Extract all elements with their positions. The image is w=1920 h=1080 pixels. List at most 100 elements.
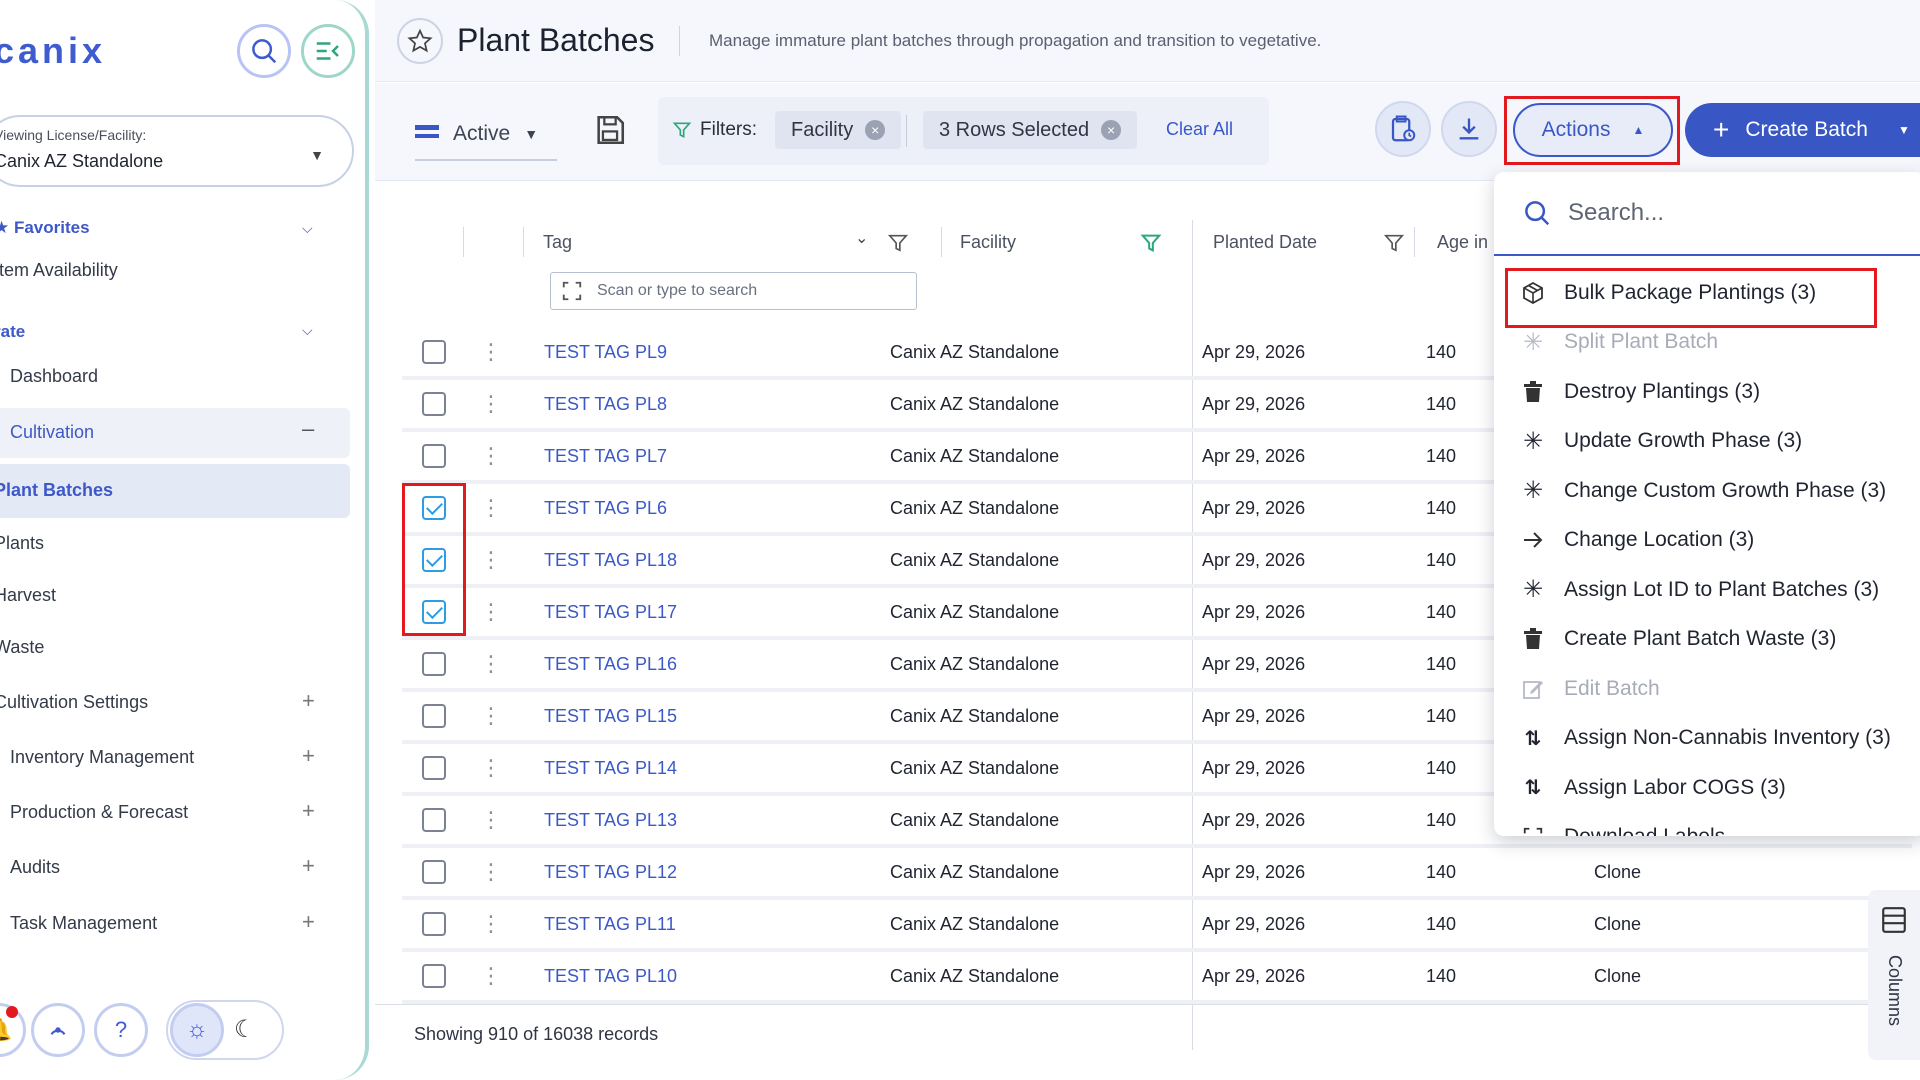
table-row[interactable]: ⋮ TEST TAG PL11 Canix AZ Standalone Apr … — [402, 900, 1912, 952]
sidebar-item-task-management[interactable]: Task Management — [10, 913, 157, 934]
sidebar-item-dashboard[interactable]: Dashboard — [10, 366, 98, 387]
column-filter-icon[interactable] — [887, 232, 909, 259]
more-vert-icon[interactable]: ⋮ — [480, 653, 502, 675]
tag-link[interactable]: TEST TAG PL9 — [544, 342, 667, 363]
column-header-age[interactable]: Age in — [1437, 232, 1488, 253]
row-checkbox[interactable] — [422, 756, 446, 780]
plus-icon[interactable]: + — [302, 688, 315, 714]
chevron-down-icon[interactable]: ⌵ — [302, 322, 313, 339]
menu-item-download-labels[interactable]: Download Labels — [1494, 813, 1920, 836]
more-vert-icon[interactable]: ⋮ — [480, 965, 502, 987]
light-mode-button[interactable]: ☼ — [170, 1003, 224, 1057]
tag-link[interactable]: TEST TAG PL6 — [544, 498, 667, 519]
more-vert-icon[interactable]: ⋮ — [480, 497, 502, 519]
sidebar-item-production-forecast[interactable]: Production & Forecast — [10, 802, 188, 823]
broadcast-button[interactable] — [31, 1003, 85, 1057]
dark-mode-button[interactable]: ☾ — [234, 1015, 256, 1044]
more-vert-icon[interactable]: ⋮ — [480, 341, 502, 363]
download-button[interactable] — [1441, 101, 1497, 157]
caret-down-icon[interactable]: ▼ — [1898, 123, 1910, 137]
filter-chip-rows-selected[interactable]: 3 Rows Selected × — [923, 111, 1138, 149]
brand-logo[interactable]: canix — [0, 30, 106, 72]
remove-filter-icon[interactable]: × — [865, 120, 886, 140]
row-checkbox[interactable] — [422, 808, 446, 832]
menu-item-edit-batch[interactable]: Edit Batch — [1494, 664, 1920, 714]
plus-icon[interactable]: + — [302, 853, 315, 879]
help-button[interactable]: ? — [94, 1003, 148, 1057]
column-filter-active-icon[interactable] — [1140, 232, 1162, 259]
tag-link[interactable]: TEST TAG PL18 — [544, 550, 677, 571]
more-vert-icon[interactable]: ⋮ — [480, 601, 502, 623]
more-vert-icon[interactable]: ⋮ — [480, 705, 502, 727]
row-checkbox[interactable] — [422, 704, 446, 728]
search-button[interactable] — [237, 24, 291, 78]
plus-icon[interactable]: + — [302, 743, 315, 769]
more-vert-icon[interactable]: ⋮ — [480, 861, 502, 883]
sidebar-item-availability[interactable]: Item Availability — [0, 260, 118, 281]
menu-item-update-growth-phase[interactable]: ✳ Update Growth Phase (3) — [1494, 417, 1920, 467]
tag-link[interactable]: TEST TAG PL8 — [544, 394, 667, 415]
tag-search-input[interactable]: Scan or type to search — [550, 272, 917, 310]
license-selector[interactable]: Viewing License/Facility: Canix AZ Stand… — [0, 115, 354, 187]
sidebar-item-waste[interactable]: Waste — [0, 637, 44, 658]
plus-icon[interactable]: + — [302, 909, 315, 935]
actions-search-input[interactable] — [1568, 199, 1868, 227]
table-row[interactable]: ⋮ TEST TAG PL10 Canix AZ Standalone Apr … — [402, 952, 1912, 1004]
tag-link[interactable]: TEST TAG PL12 — [544, 862, 677, 883]
row-checkbox[interactable] — [422, 340, 446, 364]
menu-item-assign-labor-cogs[interactable]: ⇅ Assign Labor COGS (3) — [1494, 763, 1920, 813]
sidebar-item-cultivation[interactable]: Cultivation — [10, 422, 94, 443]
tag-link[interactable]: TEST TAG PL10 — [544, 966, 677, 987]
operate-section[interactable]: rate — [0, 322, 25, 342]
tag-link[interactable]: TEST TAG PL7 — [544, 446, 667, 467]
menu-item-change-location[interactable]: Change Location (3) — [1494, 516, 1920, 566]
more-vert-icon[interactable]: ⋮ — [480, 393, 502, 415]
menu-item-change-custom-growth-phase[interactable]: ✳ Change Custom Growth Phase (3) — [1494, 466, 1920, 516]
clipboard-button[interactable] — [1375, 101, 1431, 157]
tag-link[interactable]: TEST TAG PL16 — [544, 654, 677, 675]
row-checkbox[interactable] — [422, 392, 446, 416]
tag-link[interactable]: TEST TAG PL13 — [544, 810, 677, 831]
minus-icon[interactable]: – — [302, 416, 314, 442]
more-vert-icon[interactable]: ⋮ — [480, 809, 502, 831]
sort-chevron-icon[interactable]: ⌄ — [855, 228, 868, 248]
column-header-planted-date[interactable]: Planted Date — [1213, 232, 1317, 253]
remove-filter-icon[interactable]: × — [1101, 120, 1122, 140]
sidebar-item-harvest[interactable]: Harvest — [0, 585, 56, 606]
menu-item-create-waste[interactable]: Create Plant Batch Waste (3) — [1494, 615, 1920, 665]
tag-link[interactable]: TEST TAG PL15 — [544, 706, 677, 727]
row-checkbox[interactable] — [422, 444, 446, 468]
chevron-down-icon[interactable]: ⌵ — [302, 220, 313, 237]
menu-item-assign-lot-id[interactable]: ✳ Assign Lot ID to Plant Batches (3) — [1494, 565, 1920, 615]
row-checkbox[interactable] — [422, 964, 446, 988]
column-header-facility[interactable]: Facility — [960, 232, 1016, 253]
tag-link[interactable]: TEST TAG PL14 — [544, 758, 677, 779]
columns-tab-label[interactable]: Columns — [1884, 955, 1905, 1026]
more-vert-icon[interactable]: ⋮ — [480, 757, 502, 779]
sidebar-item-inventory-management[interactable]: Inventory Management — [10, 747, 194, 768]
favorites-section[interactable]: ★ Favorites — [0, 218, 90, 238]
menu-item-destroy-plantings[interactable]: Destroy Plantings (3) — [1494, 367, 1920, 417]
table-row[interactable]: ⋮ TEST TAG PL12 Canix AZ Standalone Apr … — [402, 848, 1912, 900]
clear-all-link[interactable]: Clear All — [1166, 119, 1233, 140]
sidebar-item-cultivation-settings[interactable]: Cultivation Settings — [0, 692, 148, 713]
create-batch-button[interactable]: + Create Batch ▼ — [1685, 103, 1920, 157]
menu-item-assign-non-cannabis[interactable]: ⇅ Assign Non-Cannabis Inventory (3) — [1494, 714, 1920, 764]
plus-icon[interactable]: + — [302, 798, 315, 824]
sidebar-item-plant-batches[interactable]: Plant Batches — [0, 480, 113, 501]
sidebar-item-plants[interactable]: Plants — [0, 533, 44, 554]
sidebar-item-audits[interactable]: Audits — [10, 857, 60, 878]
tag-link[interactable]: TEST TAG PL11 — [544, 914, 676, 935]
column-filter-icon[interactable] — [1383, 232, 1405, 259]
more-vert-icon[interactable]: ⋮ — [480, 549, 502, 571]
more-vert-icon[interactable]: ⋮ — [480, 913, 502, 935]
favorite-button[interactable] — [397, 18, 443, 64]
save-view-button[interactable] — [593, 113, 629, 149]
more-vert-icon[interactable]: ⋮ — [480, 445, 502, 467]
column-header-tag[interactable]: Tag — [543, 232, 572, 253]
filter-chip-facility[interactable]: Facility × — [775, 111, 902, 149]
row-checkbox[interactable] — [422, 912, 446, 936]
row-checkbox[interactable] — [422, 652, 446, 676]
row-checkbox[interactable] — [422, 860, 446, 884]
status-select[interactable]: Active ▼ — [415, 113, 538, 155]
